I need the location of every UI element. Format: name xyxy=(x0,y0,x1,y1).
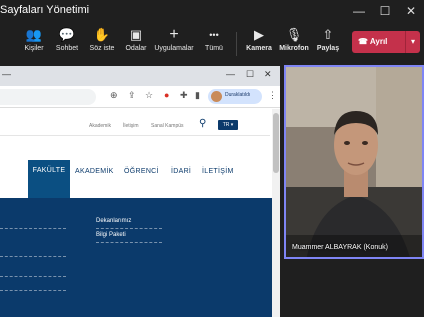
share-label: Paylaş xyxy=(316,45,340,52)
apps-label: Uygulamalar xyxy=(154,45,194,52)
nav-student[interactable]: ÖĞRENCİ xyxy=(124,168,159,175)
participant-video xyxy=(286,67,422,257)
address-bar[interactable] xyxy=(0,89,96,105)
camera-icon: ▶ xyxy=(254,27,264,42)
avatar xyxy=(211,91,222,102)
camera-button[interactable]: ▶ Kamera xyxy=(239,26,279,60)
leave-button[interactable]: ☎ Ayrıl xyxy=(352,31,405,53)
rooms-icon: ▣ xyxy=(129,27,143,42)
browser-close-icon[interactable]: ✕ xyxy=(264,69,272,80)
banner-link-deans[interactable]: Dekanlarımız xyxy=(96,218,131,224)
tab-edge-icon: — xyxy=(2,69,11,79)
browser-tab-strip: — — ☐ ✕ xyxy=(0,66,280,86)
bookmark-star-icon[interactable]: ☆ xyxy=(145,90,153,101)
more-button[interactable]: ••• Tümü xyxy=(194,26,234,60)
share-button[interactable]: ⇧ Paylaş xyxy=(308,26,348,60)
extension-icon[interactable]: ● xyxy=(164,90,169,100)
faculty-banner: Dekanlarımız Bilgi Paketi xyxy=(0,198,272,317)
divider xyxy=(0,135,270,136)
leave-options-chevron-icon[interactable]: ▾ xyxy=(405,31,420,53)
chat-label: Sohbet xyxy=(55,45,79,52)
nav-administrative[interactable]: İDARİ xyxy=(171,168,191,175)
more-label: Tümü xyxy=(205,45,223,52)
profile-chip[interactable]: Duraklatıldı xyxy=(208,89,262,104)
top-link-academic[interactable]: Akademik xyxy=(89,123,111,129)
side-panel-icon[interactable]: ▮ xyxy=(195,90,200,101)
nav-academic[interactable]: AKADEMİK xyxy=(75,168,114,175)
teams-meeting-window: Sayfaları Yönetimi — ☐ ✕ 👥 Kişiler 💬 Soh… xyxy=(0,0,424,317)
nav-faculty[interactable]: FAKÜLTE xyxy=(28,160,70,198)
search-icon[interactable]: ⚲ xyxy=(199,118,206,129)
more-icon: ••• xyxy=(209,30,219,40)
top-link-contact[interactable]: İletişim xyxy=(123,123,139,129)
plus-icon: + xyxy=(169,26,179,43)
language-switcher[interactable]: TR ▾ xyxy=(218,120,238,130)
chat-icon: 💬 xyxy=(58,27,76,42)
banner-link-info-package[interactable]: Bilgi Paketi xyxy=(96,232,126,238)
extensions-puzzle-icon[interactable]: ✚ xyxy=(180,90,188,101)
maximize-icon[interactable]: ☐ xyxy=(374,2,396,20)
divider xyxy=(0,256,66,257)
divider xyxy=(96,228,162,229)
rooms-label: Odalar xyxy=(125,45,147,52)
divider xyxy=(0,276,66,277)
browser-maximize-icon[interactable]: ☐ xyxy=(246,69,254,80)
apps-button[interactable]: + Uygulamalar xyxy=(154,26,194,60)
kebab-menu-icon[interactable]: ⋮ xyxy=(268,90,277,101)
divider xyxy=(0,290,66,291)
nav-contact[interactable]: İLETİŞİM xyxy=(202,168,234,175)
share-icon: ⇧ xyxy=(322,27,334,42)
top-link-campus[interactable]: Sanal Kampüs xyxy=(151,123,184,129)
share-page-icon[interactable]: ⇪ xyxy=(128,90,136,101)
close-icon[interactable]: ✕ xyxy=(400,2,422,20)
shared-screen: — — ☐ ✕ ⊕ ⇪ ☆ ● ✚ ▮ Duraklatıldı ⋮ Akade… xyxy=(0,66,280,317)
browser-minimize-icon[interactable]: — xyxy=(226,69,235,79)
title-bar: Sayfaları Yönetimi — ☐ ✕ xyxy=(0,0,424,24)
minimize-icon[interactable]: — xyxy=(348,2,370,20)
divider xyxy=(96,242,162,243)
language-label: TR xyxy=(222,122,230,128)
zoom-icon[interactable]: ⊕ xyxy=(110,90,118,101)
toolbar-divider xyxy=(236,32,237,56)
meeting-toolbar: 👥 Kişiler 💬 Sohbet ✋ Söz iste ▣ Odalar +… xyxy=(0,24,424,64)
participant-name: Muammer ALBAYRAK (Konuk) xyxy=(292,244,388,251)
scrollbar-thumb[interactable] xyxy=(273,113,279,173)
nav-faculty-label: FAKÜLTE xyxy=(32,167,66,174)
chat-button[interactable]: 💬 Sohbet xyxy=(47,26,87,60)
browser-toolbar: ⊕ ⇪ ☆ ● ✚ ▮ Duraklatıldı ⋮ xyxy=(0,86,280,108)
camera-label: Kamera xyxy=(246,45,272,52)
divider xyxy=(0,228,66,229)
leave-label: Ayrıl xyxy=(369,37,388,46)
profile-label: Duraklatıldı xyxy=(225,92,251,98)
rooms-button[interactable]: ▣ Odalar xyxy=(116,26,156,60)
participant-video-tile[interactable]: Muammer ALBAYRAK (Konuk) xyxy=(284,65,424,259)
window-title: Sayfaları Yönetimi xyxy=(0,4,90,16)
phone-hangup-icon: ☎ xyxy=(358,37,368,46)
